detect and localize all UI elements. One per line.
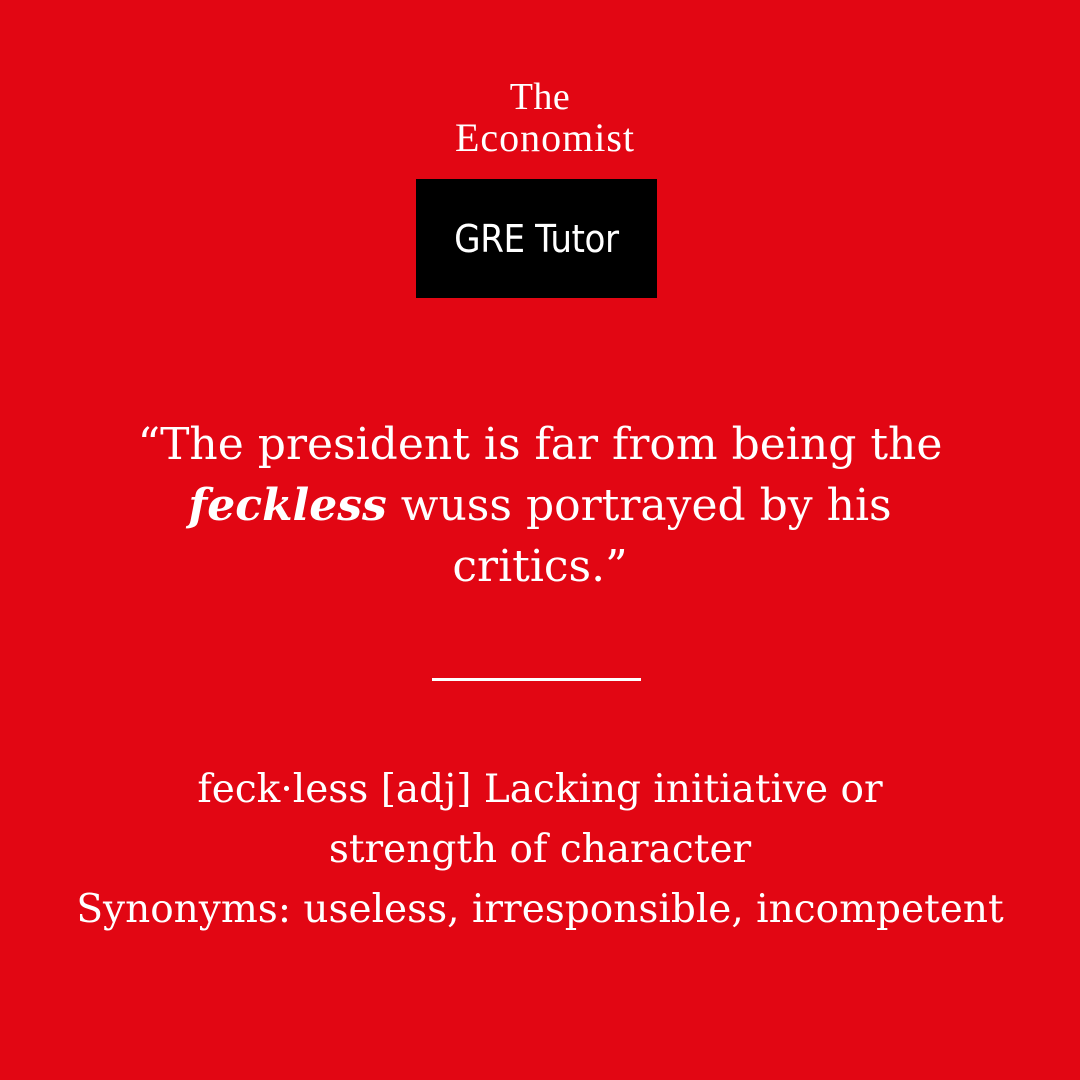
economist-logo: The Economist <box>0 78 1080 160</box>
gre-tutor-badge: GRE Tutor <box>416 179 657 298</box>
badge-label: GRE Tutor <box>454 216 619 261</box>
definition-line-2: strength of character <box>328 827 752 872</box>
quote-keyword: feckless <box>188 480 387 531</box>
synonyms-line: Synonyms: useless, irresponsible, incomp… <box>76 887 1004 932</box>
definition-line-1: feck·less [adj] Lacking initiative or <box>197 767 883 812</box>
divider <box>432 678 641 681</box>
example-quote: “The president is far from being the fec… <box>90 414 990 597</box>
quote-line-1: “The president is far from being the <box>137 419 943 470</box>
logo-line-the: The <box>509 76 571 118</box>
word-definition: feck·less [adj] Lacking initiative or st… <box>40 760 1040 940</box>
quote-line-3: critics.” <box>452 541 628 592</box>
quote-line-2-rest: wuss portrayed by his <box>386 480 892 531</box>
logo-line-economist: Economist <box>454 115 636 160</box>
